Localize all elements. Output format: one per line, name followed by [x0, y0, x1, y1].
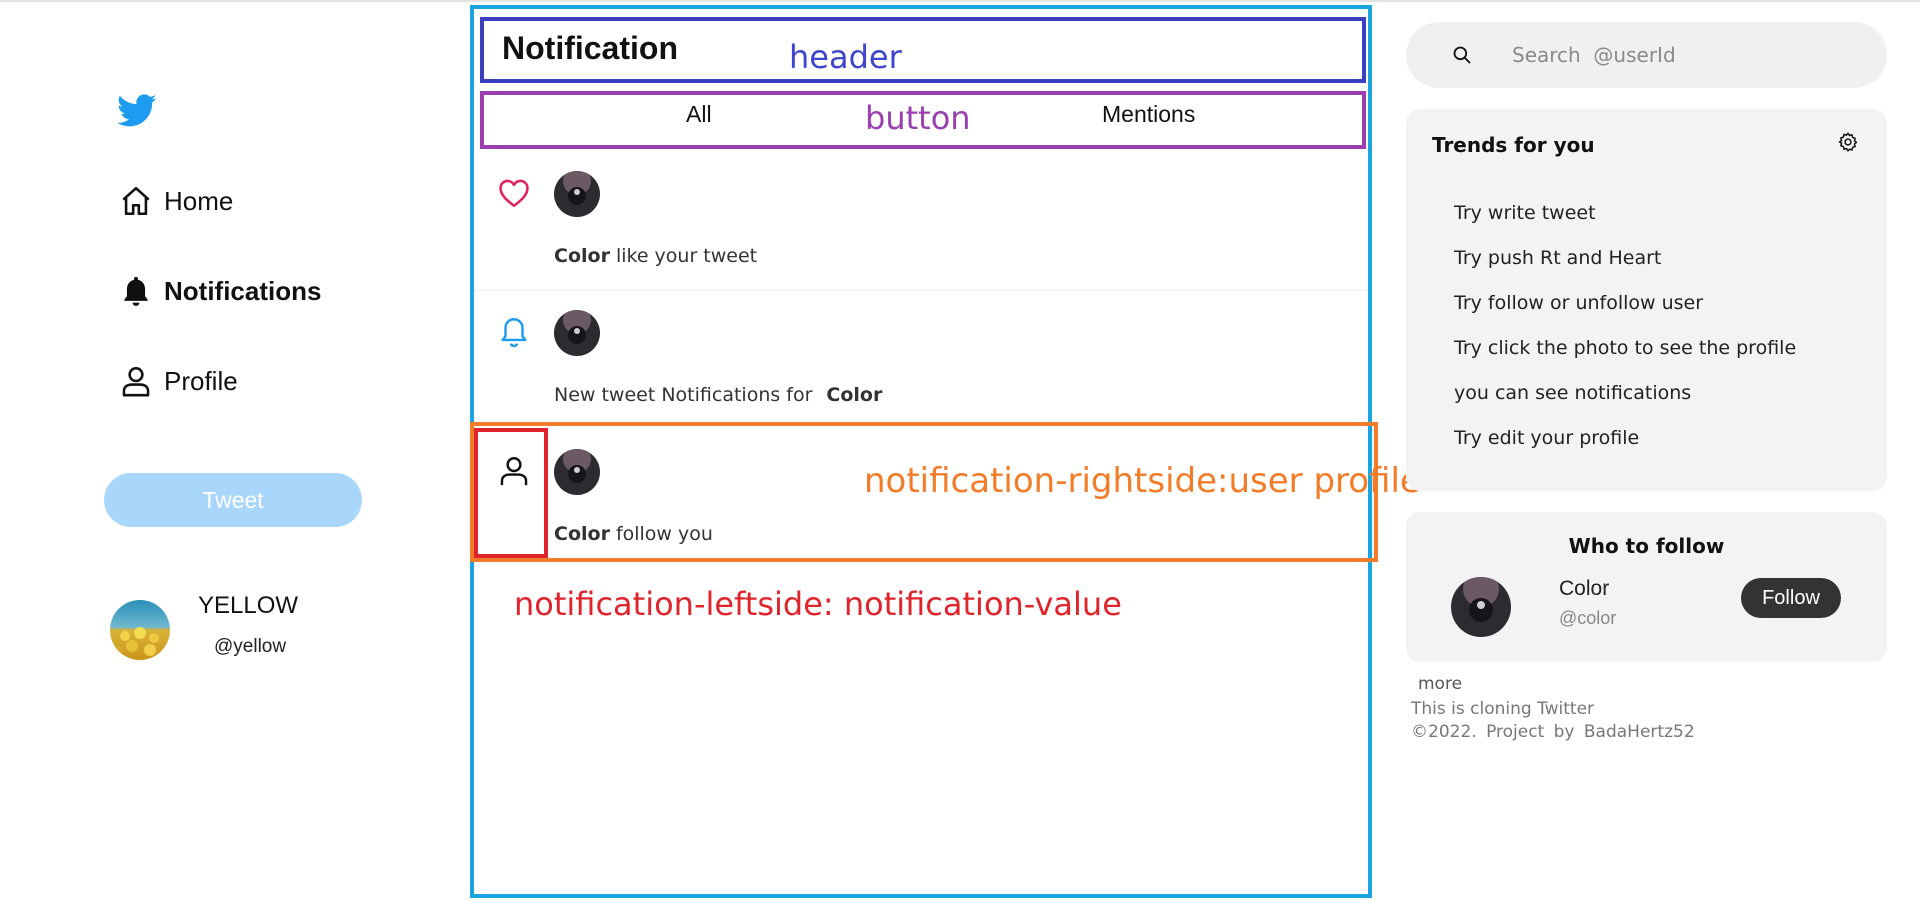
user-icon: [118, 363, 154, 399]
notification-user[interactable]: Color: [826, 384, 882, 406]
header-annotation-label: header: [789, 38, 902, 76]
trend-item[interactable]: Try push Rt and Heart: [1454, 247, 1661, 269]
twitter-bird-icon[interactable]: [117, 94, 157, 128]
bell-filled-icon: [118, 273, 154, 309]
footer-text: This is cloning Twitter: [1411, 699, 1595, 719]
bell-icon: [496, 314, 532, 350]
trend-item[interactable]: Try click the photo to see the profile: [1454, 337, 1796, 359]
nav-notifications-label: Notifications: [164, 275, 322, 306]
notification-user[interactable]: Color: [554, 245, 610, 267]
account-handle: @yellow: [214, 636, 287, 657]
button-annotation-label: button: [865, 99, 971, 137]
suggested-user-avatar[interactable]: [1451, 577, 1511, 637]
heart-icon: [496, 175, 532, 211]
tab-mentions[interactable]: Mentions: [1102, 101, 1195, 128]
tweet-button[interactable]: Tweet: [104, 473, 362, 527]
user-avatar[interactable]: [554, 310, 600, 356]
nav-home-label: Home: [164, 185, 234, 216]
notification-tabs: All button Mentions: [480, 91, 1366, 149]
trends-title: Trends for you: [1432, 133, 1595, 157]
home-icon: [118, 183, 154, 219]
search-input[interactable]: [1512, 43, 1872, 67]
trends-panel: Trends for you Try write tweet Try push …: [1406, 109, 1887, 491]
more-link[interactable]: more: [1418, 674, 1462, 694]
account-avatar[interactable]: [110, 600, 170, 660]
trend-item[interactable]: Try follow or unfollow user: [1454, 292, 1703, 314]
nav-notifications[interactable]: Notifications: [118, 273, 321, 309]
left-sidebar: Home Notifications Profile Tweet YELLOW …: [0, 0, 470, 900]
leftside-annotation-label: notification-leftside: notification-valu…: [514, 585, 1122, 623]
gear-icon[interactable]: [1837, 131, 1861, 155]
suggested-user-name[interactable]: Color: [1559, 577, 1609, 601]
trend-item[interactable]: Try edit your profile: [1454, 427, 1639, 449]
footer-copyright: ©2022. Project by BadaHertz52: [1411, 722, 1695, 742]
nav-home[interactable]: Home: [118, 183, 233, 219]
notification-text: New tweet Notifications for Color: [554, 384, 883, 406]
trend-item[interactable]: you can see notifications: [1454, 382, 1691, 404]
suggested-user-handle: @color: [1559, 608, 1617, 628]
rightside-annotation-label: notification-rightside:user profile: [864, 461, 1421, 501]
notification-text: Color like your tweet: [554, 245, 758, 267]
search-icon: [1450, 43, 1474, 67]
page-title: Notification: [502, 30, 678, 66]
user-avatar[interactable]: [554, 171, 600, 217]
tab-all[interactable]: All: [686, 101, 712, 128]
nav-profile-label: Profile: [164, 365, 238, 396]
search-bar[interactable]: [1406, 22, 1887, 88]
notification-header: Notification header: [480, 17, 1366, 83]
follow-button[interactable]: Follow: [1741, 578, 1841, 618]
account-name: YELLOW: [198, 592, 299, 619]
nav-profile[interactable]: Profile: [118, 363, 238, 399]
who-to-follow-panel: Who to follow Color @color Follow: [1406, 512, 1887, 662]
trend-item[interactable]: Try write tweet: [1454, 202, 1596, 224]
notification-leftside-annotation-box: [474, 428, 548, 558]
who-to-follow-title: Who to follow: [1568, 534, 1725, 558]
notification-item[interactable]: Color like your tweet: [474, 153, 1368, 291]
notification-item[interactable]: New tweet Notifications for Color: [474, 292, 1368, 430]
